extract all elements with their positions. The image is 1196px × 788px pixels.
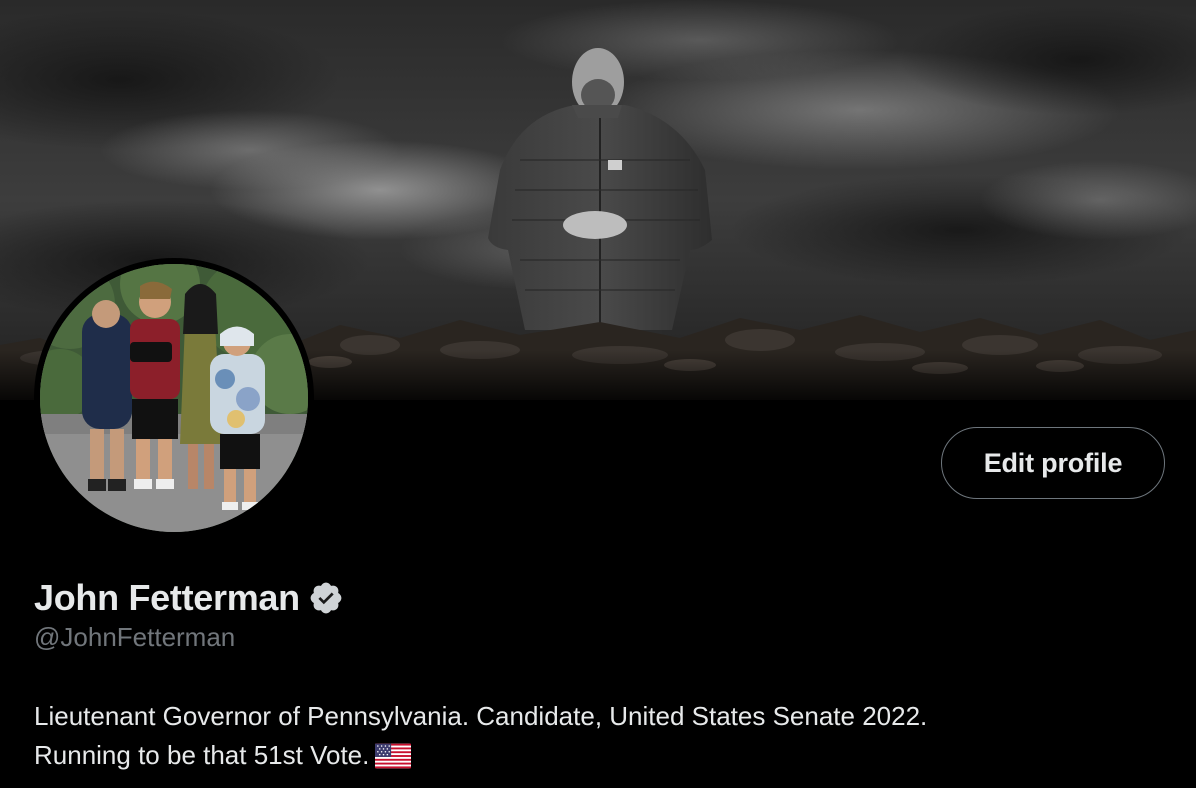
bio-line-2-container: Running to be that 51st Vote. (34, 736, 1164, 775)
profile-handle: @JohnFetterman (34, 622, 236, 652)
profile-name-row: John Fetterman (34, 573, 344, 623)
profile-bio: Lieutenant Governor of Pennsylvania. Can… (34, 697, 1164, 775)
bio-line-2: Running to be that 51st Vote. (34, 740, 370, 770)
edit-profile-button[interactable]: Edit profile (941, 427, 1165, 499)
verified-badge-icon[interactable] (308, 580, 344, 616)
us-flag-icon (375, 741, 412, 769)
profile-display-name: John Fetterman (34, 577, 300, 618)
bio-line-1: Lieutenant Governor of Pennsylvania. Can… (34, 701, 928, 731)
profile-avatar[interactable] (34, 258, 314, 538)
profile-page: Edit profile John Fetterman @JohnFetterm… (0, 0, 1196, 788)
